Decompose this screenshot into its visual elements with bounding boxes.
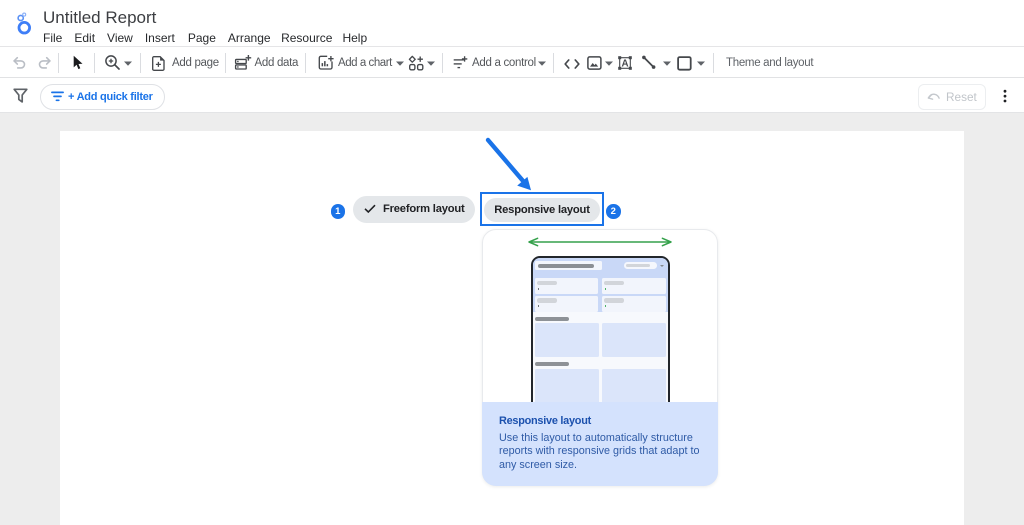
svg-text:A: A [621,59,628,70]
